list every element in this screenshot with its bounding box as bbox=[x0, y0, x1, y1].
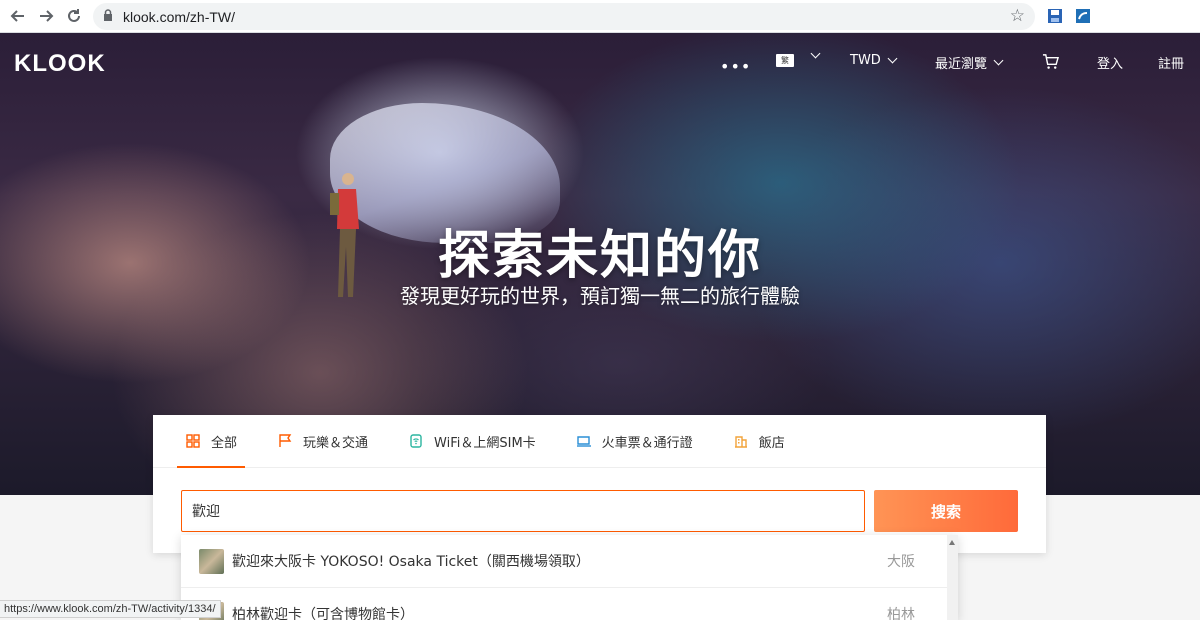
save-extension-icon[interactable] bbox=[1047, 8, 1063, 24]
suggestion-item[interactable]: 歡迎來大阪卡 YOKOSO! Osaka Ticket（關西機場領取） 大阪 bbox=[181, 535, 947, 588]
scroll-up-arrow-icon[interactable] bbox=[949, 540, 955, 545]
tab-hotel[interactable]: 飯店 bbox=[733, 415, 785, 468]
hero-subtitle: 發現更好玩的世界，預訂獨一無二的旅行體驗 bbox=[400, 284, 800, 308]
url-text: klook.com/zh-TW/ bbox=[123, 8, 236, 25]
link-status-bar: https://www.klook.com/zh-TW/activity/133… bbox=[0, 600, 221, 618]
grid-icon bbox=[185, 433, 201, 449]
flag-icon bbox=[277, 433, 293, 449]
search-card: 全部 玩樂＆交通 WiFi＆上網SIM卡 火車票＆通行證 飯店 歡迎 搜索 bbox=[153, 415, 1046, 553]
signup-link[interactable]: 註冊 bbox=[1158, 53, 1184, 72]
tab-wifi-sim[interactable]: WiFi＆上網SIM卡 bbox=[408, 415, 536, 468]
chevron-down-icon bbox=[993, 55, 1004, 66]
screenshot-extension-icon[interactable] bbox=[1075, 8, 1091, 24]
suggestion-city: 柏林 bbox=[887, 607, 915, 620]
bookmark-star-icon[interactable]: ☆ bbox=[1010, 6, 1025, 26]
language-flag-icon[interactable]: 繁 bbox=[776, 54, 794, 67]
tab-label: 玩樂＆交通 bbox=[303, 435, 369, 451]
shopping-cart-icon[interactable] bbox=[1042, 53, 1059, 70]
reload-button[interactable] bbox=[60, 2, 88, 30]
dropdown-scrollbar[interactable] bbox=[947, 535, 958, 620]
lock-icon bbox=[103, 9, 113, 24]
chevron-down-icon bbox=[887, 53, 898, 64]
tab-all[interactable]: 全部 bbox=[176, 415, 246, 468]
suggestion-text: 歡迎來大阪卡 YOKOSO! Osaka Ticket（關西機場領取） bbox=[232, 554, 590, 570]
train-ticket-icon bbox=[576, 433, 592, 449]
recently-viewed-menu[interactable]: 最近瀏覽 bbox=[935, 53, 1004, 72]
login-link[interactable]: 登入 bbox=[1097, 53, 1123, 72]
hotel-icon bbox=[733, 433, 749, 449]
forward-button[interactable] bbox=[32, 2, 60, 30]
suggestion-text: 柏林歡迎卡（可含博物館卡） bbox=[232, 607, 414, 620]
arrow-left-icon bbox=[10, 10, 24, 22]
address-bar[interactable]: klook.com/zh-TW/ ☆ bbox=[93, 3, 1035, 30]
recently-viewed-label: 最近瀏覽 bbox=[935, 57, 988, 72]
suggestion-city: 大阪 bbox=[887, 554, 915, 570]
reload-icon bbox=[68, 9, 80, 22]
search-suggestions-dropdown: 歡迎來大阪卡 YOKOSO! Osaka Ticket（關西機場領取） 大阪 柏… bbox=[181, 535, 958, 620]
hero-title: 探索未知的你 bbox=[437, 226, 762, 286]
tab-label: 飯店 bbox=[758, 435, 785, 451]
suggestion-thumbnail bbox=[199, 548, 224, 574]
tab-label: WiFi＆上網SIM卡 bbox=[434, 435, 536, 451]
tab-label: 火車票＆通行證 bbox=[601, 435, 693, 451]
back-button[interactable] bbox=[4, 2, 32, 30]
search-category-tabs: 全部 玩樂＆交通 WiFi＆上網SIM卡 火車票＆通行證 飯店 bbox=[153, 415, 1046, 468]
arrow-right-icon bbox=[40, 10, 54, 22]
tab-train-pass[interactable]: 火車票＆通行證 bbox=[576, 415, 693, 468]
more-menu-icon[interactable]: ••• bbox=[720, 57, 751, 76]
tab-activities-transport[interactable]: 玩樂＆交通 bbox=[277, 415, 368, 468]
wifi-icon bbox=[408, 433, 424, 449]
klook-logo[interactable]: KLOOK bbox=[14, 50, 106, 78]
tab-label: 全部 bbox=[211, 435, 238, 451]
search-button[interactable]: 搜索 bbox=[874, 490, 1018, 532]
currency-label: TWD bbox=[850, 53, 881, 68]
currency-selector[interactable]: TWD bbox=[850, 53, 898, 68]
suggestion-item[interactable]: 柏林歡迎卡（可含博物館卡） 柏林 bbox=[181, 588, 947, 620]
search-input[interactable] bbox=[181, 490, 865, 532]
chevron-down-icon[interactable] bbox=[810, 48, 821, 59]
browser-toolbar: klook.com/zh-TW/ ☆ bbox=[0, 0, 1200, 33]
